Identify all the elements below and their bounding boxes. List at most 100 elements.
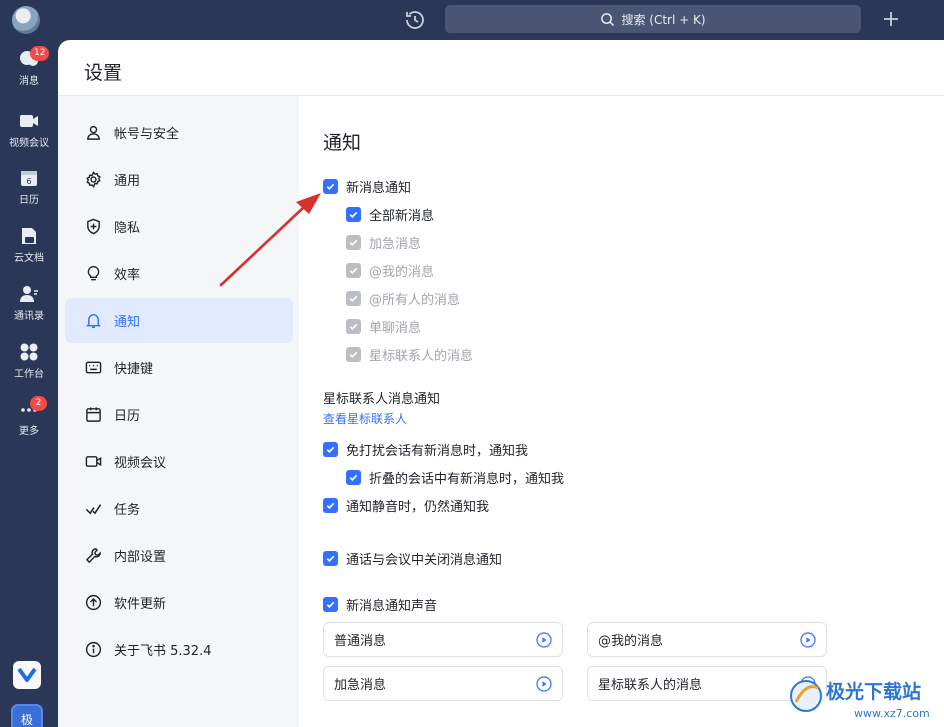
nav-item-about[interactable]: 关于飞书 5.32.4 — [65, 627, 293, 672]
rail-label: 日历 — [19, 195, 39, 206]
info-icon — [85, 641, 102, 658]
nav-label: 通用 — [114, 174, 141, 189]
badge-count: 12 — [30, 46, 50, 61]
video-icon — [85, 456, 102, 467]
notification-settings: 通知 新消息通知 全部新消息 加急消息 @我的消息 @所有人的消息 单聊消息 星… — [299, 96, 944, 727]
sound-label: 普通消息 — [334, 634, 387, 649]
app-rail: 12 消息 视频会议 6 日历 云文档 通讯录 工作台 2 更多 极 — [0, 40, 58, 727]
keyboard-icon — [85, 361, 102, 374]
rail-label: 云文档 — [14, 253, 44, 264]
play-icon[interactable] — [536, 631, 552, 648]
history-icon[interactable] — [403, 8, 427, 32]
nav-item-shortcuts[interactable]: 快捷键 — [65, 345, 293, 390]
rail-label: 视频会议 — [9, 138, 49, 149]
user-icon — [87, 125, 100, 140]
video-camera-icon — [20, 115, 38, 127]
user-avatar[interactable] — [12, 6, 40, 34]
nav-item-general[interactable]: 通用 — [65, 157, 293, 202]
checkbox-checked[interactable] — [346, 207, 361, 222]
rail-item-contacts[interactable]: 通讯录 — [0, 283, 58, 335]
task-check-icon — [85, 504, 102, 515]
top-bar: 搜索 (Ctrl + K) — [0, 0, 944, 40]
rail-item-more[interactable]: 2 更多 — [0, 396, 58, 450]
folded-notify-checkbox[interactable]: 折叠的会话中有新消息时，通知我 — [346, 468, 564, 487]
app-shortcut-icon[interactable] — [13, 661, 41, 689]
rail-label: 工作台 — [14, 369, 44, 380]
checkbox-checked[interactable] — [323, 179, 338, 194]
search-icon — [601, 12, 615, 26]
checkbox-label: 单聊消息 — [369, 321, 422, 336]
watermark-text: 极光下载站 — [826, 680, 921, 703]
nav-item-efficiency[interactable]: 效率 — [65, 251, 293, 296]
checkbox-checked[interactable] — [323, 597, 338, 612]
watermark-url: www.xz7.com — [854, 707, 930, 720]
checkbox-checked[interactable] — [323, 498, 338, 513]
shield-icon — [87, 218, 100, 235]
urgent-checkbox: 加急消息 — [346, 233, 421, 252]
nav-item-privacy[interactable]: 隐私 — [65, 204, 293, 249]
checkbox-label: 全部新消息 — [369, 209, 435, 224]
rail-item-video[interactable]: 视频会议 — [0, 110, 58, 162]
plus-icon[interactable] — [880, 8, 902, 30]
sound-select-normal[interactable]: 普通消息 — [323, 622, 563, 657]
nav-label: 通知 — [114, 315, 141, 330]
dnd-notify-checkbox[interactable]: 免打扰会话有新消息时，通知我 — [323, 440, 528, 459]
search-placeholder: 搜索 (Ctrl + K) — [621, 12, 706, 27]
checkbox-disabled — [346, 291, 361, 306]
nav-label: 快捷键 — [114, 362, 154, 377]
bell-icon — [85, 314, 102, 329]
play-icon[interactable] — [536, 675, 552, 692]
workspace-avatar[interactable]: 极 — [11, 704, 43, 727]
workplace-icon — [20, 343, 38, 361]
nav-item-notification[interactable]: 通知 — [65, 298, 293, 343]
sound-checkbox[interactable]: 新消息通知声音 — [323, 595, 437, 614]
sound-select-mention[interactable]: @我的消息 — [587, 622, 827, 657]
update-arrow-icon — [85, 594, 102, 611]
checkbox-checked[interactable] — [323, 442, 338, 457]
nav-label: 软件更新 — [114, 597, 167, 612]
checkbox-label: @我的消息 — [369, 265, 435, 280]
sound-select-urgent[interactable]: 加急消息 — [323, 666, 563, 701]
calendar-icon: 6 — [21, 171, 37, 186]
calendar-icon — [86, 407, 101, 422]
section-title: 通知 — [323, 132, 362, 154]
nav-label: 日历 — [114, 409, 141, 424]
star-contact-title: 星标联系人消息通知 — [323, 392, 441, 407]
direct-chat-checkbox: 单聊消息 — [346, 317, 421, 336]
rail-item-docs[interactable]: 云文档 — [0, 225, 58, 277]
star-contact-checkbox: 星标联系人的消息 — [346, 345, 473, 364]
nav-item-video[interactable]: 视频会议 — [65, 439, 293, 484]
rail-item-calendar[interactable]: 6 日历 — [0, 167, 58, 219]
contacts-icon — [20, 286, 38, 302]
gear-icon — [86, 171, 101, 188]
play-icon[interactable] — [800, 631, 816, 648]
all-new-checkbox[interactable]: 全部新消息 — [346, 205, 434, 224]
search-input[interactable]: 搜索 (Ctrl + K) — [445, 5, 861, 33]
nav-item-task[interactable]: 任务 — [65, 486, 293, 531]
checkbox-label: 通话与会议中关闭消息通知 — [346, 553, 503, 568]
checkbox-label: 星标联系人的消息 — [369, 349, 474, 364]
checkbox-checked[interactable] — [323, 551, 338, 566]
call-close-checkbox[interactable]: 通话与会议中关闭消息通知 — [323, 549, 502, 568]
rail-item-workplace[interactable]: 工作台 — [0, 341, 58, 393]
watermark-logo: 极光下载站 www.xz7.com — [790, 680, 930, 720]
checkbox-label: 新消息通知 — [346, 181, 412, 196]
checkbox-label: @所有人的消息 — [369, 293, 461, 308]
rail-item-messages[interactable]: 12 消息 — [0, 46, 58, 100]
nav-item-internal[interactable]: 内部设置 — [65, 533, 293, 578]
new-message-checkbox[interactable]: 新消息通知 — [323, 177, 411, 196]
nav-label: 帐号与安全 — [114, 127, 180, 142]
rail-label: 通讯录 — [14, 311, 44, 322]
rail-label: 消息 — [19, 76, 39, 87]
nav-item-update[interactable]: 软件更新 — [65, 580, 293, 625]
mute-notify-checkbox[interactable]: 通知静音时，仍然通知我 — [323, 496, 489, 515]
settings-nav: 帐号与安全 通用 隐私 效率 通知 快捷键 日历 视频会议 任务 内部设置 软件… — [58, 96, 299, 727]
nav-item-calendar[interactable]: 日历 — [65, 392, 293, 437]
mention-all-checkbox: @所有人的消息 — [346, 289, 460, 308]
view-star-contacts-link[interactable]: 查看星标联系人 — [323, 410, 407, 427]
checkbox-checked[interactable] — [346, 470, 361, 485]
nav-item-account[interactable]: 帐号与安全 — [65, 110, 293, 155]
svg-text:6: 6 — [26, 177, 31, 186]
checkbox-disabled — [346, 235, 361, 250]
sound-label: 加急消息 — [334, 678, 387, 693]
